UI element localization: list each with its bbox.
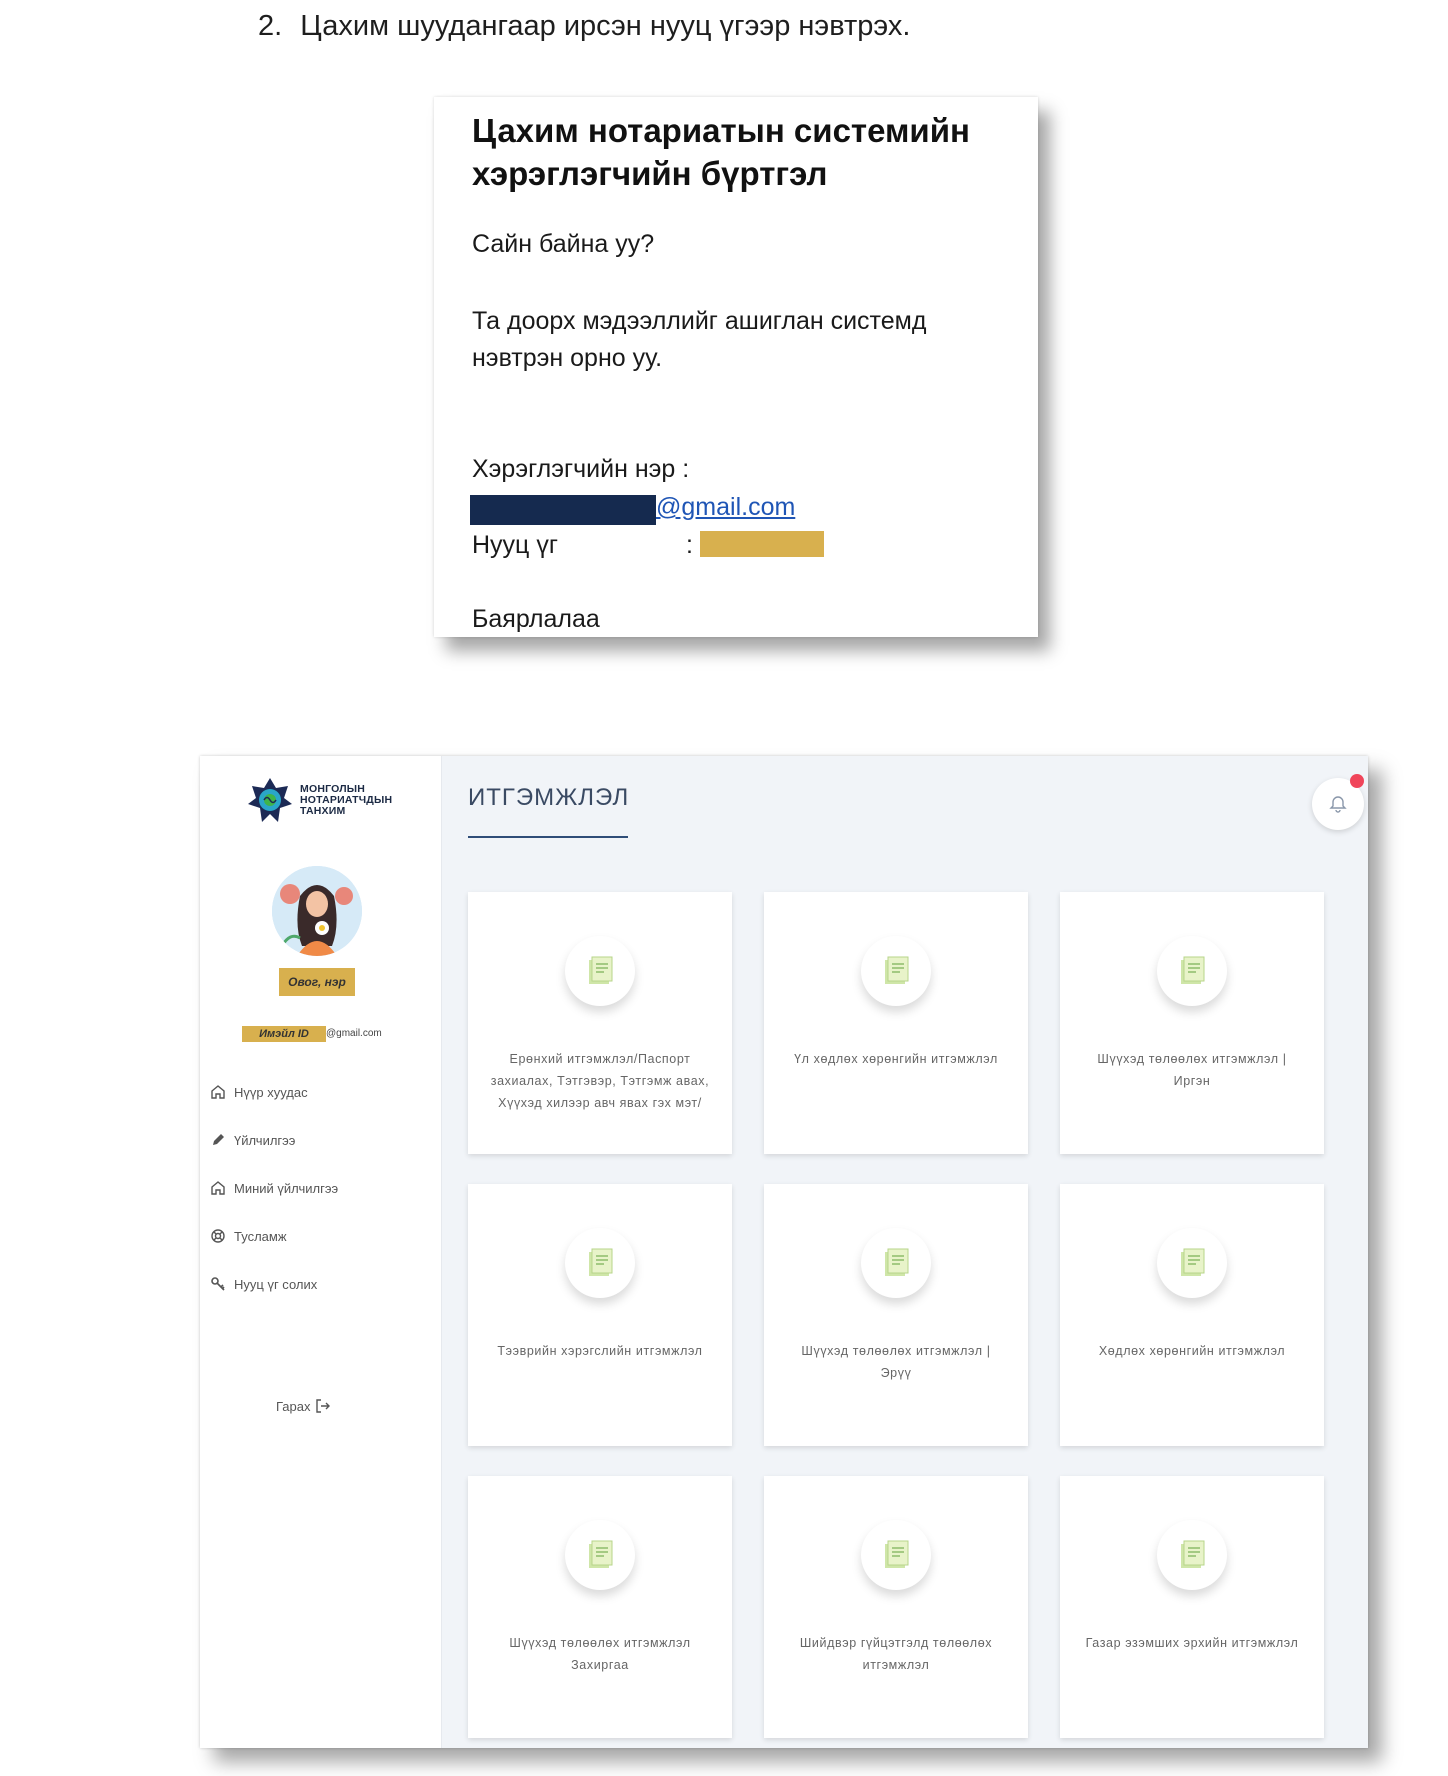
card-label: Хөдлөх хөрөнгийн итгэмжлэл [1098, 1344, 1286, 1358]
email-thanks: Баярлалаа [472, 605, 600, 633]
title-underline [468, 836, 628, 838]
password-label: Нууц үг [472, 531, 558, 559]
avatar[interactable] [272, 866, 362, 956]
document-icon [1181, 1540, 1205, 1568]
lifebuoy-icon [211, 1229, 225, 1243]
nav-item-label: Үйлчилгээ [234, 1132, 296, 1148]
sidebar-nav: Нүүр хуудас Үйлчилгээ Миний үйлчилгээ Ту… [210, 1068, 430, 1308]
card-icon-circle [565, 1520, 635, 1590]
avatar-illustration-icon [272, 866, 362, 956]
card-icon-circle [1157, 1520, 1227, 1590]
logout-label: Гарах [276, 1398, 311, 1414]
service-card-real-estate[interactable]: Үл хөдлөх хөрөнгийн итгэмжлэл [764, 892, 1028, 1154]
service-card-court-citizen[interactable]: Шүүхэд төлөөлөх итгэмжлэл | Иргэн [1060, 892, 1324, 1154]
bell-icon [1329, 796, 1347, 813]
logout-icon [315, 1399, 330, 1413]
nav-item-services[interactable]: Үйлчилгээ [210, 1116, 430, 1164]
key-icon [211, 1277, 225, 1291]
nav-item-label: Нүүр хуудас [234, 1084, 308, 1100]
card-icon-circle [861, 1520, 931, 1590]
step-number: 2. [258, 10, 283, 42]
email-message: Цахим нотариатын системийн хэрэглэгчийн … [434, 97, 1038, 637]
email-greeting: Сайн байна уу? [472, 230, 655, 258]
service-card-enforcement[interactable]: Шийдвэр гүйцэтгэлд төлөөлөх итгэмжлэл [764, 1476, 1028, 1738]
page-title: ИТГЭМЖЛЭЛ [468, 784, 630, 811]
app-window: МОНГОЛЫН НОТАРИАТЧДЫН ТАНХИМ Овог, нэр И… [200, 756, 1368, 1748]
card-icon-circle [861, 1228, 931, 1298]
document-icon [885, 1248, 909, 1276]
service-card-movable-property[interactable]: Хөдлөх хөрөнгийн итгэмжлэл [1060, 1184, 1324, 1446]
sidebar: МОНГОЛЫН НОТАРИАТЧДЫН ТАНХИМ Овог, нэр И… [200, 756, 442, 1748]
card-label: Ерөнхий итгэмжлэл/Паспорт захиалах, Тэтг… [490, 1052, 710, 1110]
nav-item-my-services[interactable]: Миний үйлчилгээ [210, 1164, 430, 1212]
logo[interactable]: МОНГОЛЫН НОТАРИАТЧДЫН ТАНХИМ [248, 778, 418, 834]
email-id-badge: Имэйл ID [242, 1026, 326, 1042]
username-redaction [470, 495, 656, 525]
logout-button[interactable]: Гарах [276, 1398, 331, 1414]
nav-item-label: Нууц үг солих [234, 1276, 318, 1292]
user-email: Имэйл ID @gmail.com [242, 1026, 382, 1042]
notary-emblem-icon [248, 778, 292, 822]
home-icon [211, 1181, 225, 1195]
card-label: Газар эзэмших эрхийн итгэмжлэл [1085, 1636, 1299, 1650]
card-label: Үл хөдлөх хөрөнгийн итгэмжлэл [794, 1052, 998, 1066]
document-icon [589, 1248, 613, 1276]
password-redaction [700, 531, 824, 557]
nav-item-help[interactable]: Тусламж [210, 1212, 430, 1260]
password-colon: : [686, 531, 693, 559]
document-icon [1181, 956, 1205, 984]
user-name-badge: Овог, нэр [279, 968, 355, 996]
card-label: Тээврийн хэрэгслийн итгэмжлэл [497, 1344, 703, 1358]
nav-item-label: Тусламж [234, 1228, 287, 1244]
card-label: Шүүхэд төлөөлөх итгэмжлэл | Иргэн [1097, 1052, 1287, 1088]
card-label: Шүүхэд төлөөлөх итгэмжлэл Захиргаа [509, 1636, 691, 1672]
pencil-icon [213, 1134, 224, 1145]
document-icon [589, 956, 613, 984]
nav-item-label: Миний үйлчилгээ [234, 1180, 339, 1196]
notification-dot [1350, 774, 1364, 788]
home-icon [211, 1085, 225, 1099]
logo-text: МОНГОЛЫН НОТАРИАТЧДЫН ТАНХИМ [300, 783, 393, 817]
card-icon-circle [565, 936, 635, 1006]
card-icon-circle [1157, 936, 1227, 1006]
document-icon [885, 956, 909, 984]
service-card-vehicle[interactable]: Тээврийн хэрэгслийн итгэмжлэл [468, 1184, 732, 1446]
card-label: Шийдвэр гүйцэтгэлд төлөөлөх итгэмжлэл [799, 1636, 993, 1672]
card-icon-circle [565, 1228, 635, 1298]
service-card-general[interactable]: Ерөнхий итгэмжлэл/Паспорт захиалах, Тэтг… [468, 892, 732, 1154]
card-label: Шүүхэд төлөөлөх итгэмжлэл | Эрүү [801, 1344, 991, 1380]
card-icon-circle [1157, 1228, 1227, 1298]
username-label: Хэрэглэгчийн нэр : [472, 455, 690, 483]
service-card-court-administrative[interactable]: Шүүхэд төлөөлөх итгэмжлэл Захиргаа [468, 1476, 732, 1738]
service-card-land-rights[interactable]: Газар эзэмших эрхийн итгэмжлэл [1060, 1476, 1324, 1738]
email-title: Цахим нотариатын системийн хэрэглэгчийн … [472, 112, 970, 192]
username-email-link[interactable]: @gmail.com [656, 493, 795, 522]
document-icon [1181, 1248, 1205, 1276]
nav-item-change-password[interactable]: Нууц үг солих [210, 1260, 430, 1308]
document-icon [589, 1540, 613, 1568]
service-card-court-criminal[interactable]: Шүүхэд төлөөлөх итгэмжлэл | Эрүү [764, 1184, 1028, 1446]
document-icon [885, 1540, 909, 1568]
email-body: Та доорх мэдээллийг ашиглан системд нэвт… [472, 307, 927, 372]
step-text: Цахим шуудангаар ирсэн нууц үгээр нэвтрэ… [300, 10, 911, 42]
card-icon-circle [861, 936, 931, 1006]
nav-item-home[interactable]: Нүүр хуудас [210, 1068, 430, 1116]
step-heading: 2. Цахим шуудангаар ирсэн нууц үгээр нэвт… [258, 10, 910, 43]
email-domain: @gmail.com [326, 1028, 382, 1039]
